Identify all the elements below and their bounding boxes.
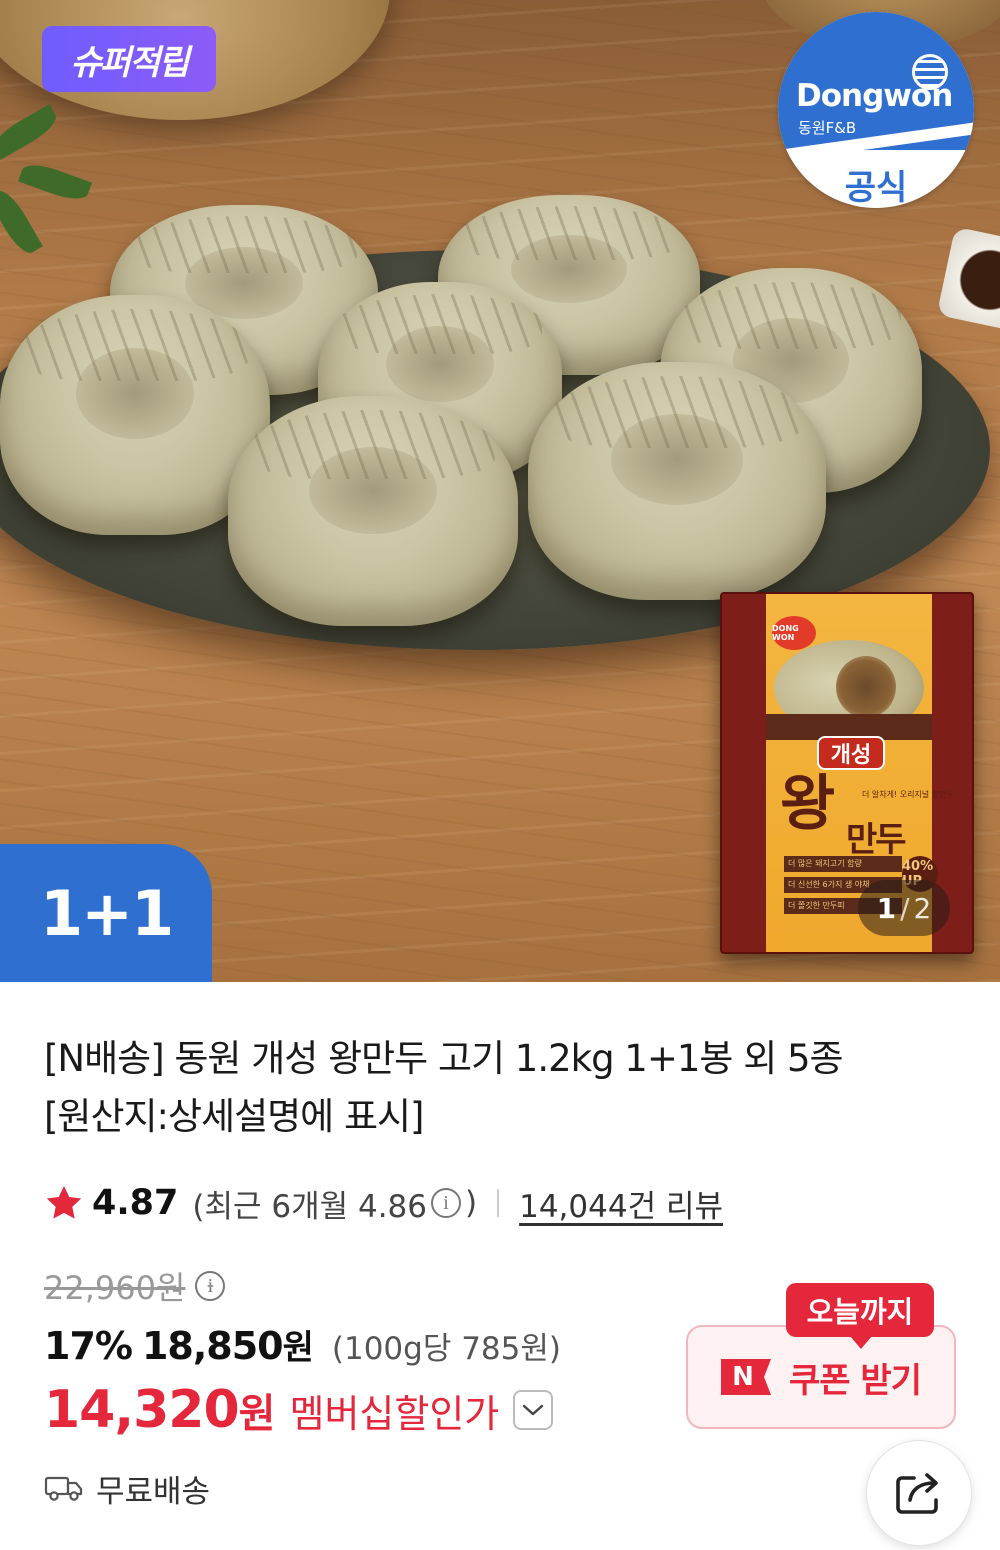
info-icon[interactable]: i — [195, 1271, 226, 1301]
image-counter: 1 / 2 — [858, 880, 950, 936]
dumpling-image — [528, 362, 826, 600]
sale-price: 18,850 — [141, 1324, 284, 1368]
dongwon-official-badge: Dongwon 동원F&B 공식 — [778, 12, 974, 208]
leaf-decoration — [0, 104, 62, 160]
package-feature: 더 많은 돼지고기 함량 — [784, 856, 902, 872]
rating-row: 4.87 (최근 6개월 4.86 i ) 14,044건 리뷰 — [44, 1180, 723, 1226]
image-counter-current: 1 — [876, 891, 897, 925]
package-kaesong-label: 개성 — [817, 736, 885, 770]
product-image-carousel[interactable]: 슈퍼적립 Dongwon 동원F&B 공식 DONG WON 개성 더 알차게!… — [0, 0, 1000, 982]
original-price-row: 22,960원 i — [44, 1264, 229, 1308]
coupon-label: 쿠폰 받기 — [789, 1360, 922, 1401]
leaf-decoration — [18, 158, 92, 206]
shipping-row: 무료배송 — [44, 1466, 210, 1510]
brand-sub: 동원F&B — [798, 119, 857, 137]
sale-price-currency: 원 — [282, 1328, 314, 1368]
truck-icon — [44, 1476, 83, 1501]
brand-name: Dongwon — [796, 78, 953, 114]
product-title: [N배송] 동원 개성 왕만두 고기 1.2kg 1+1봉 외 5종 [원산지:… — [44, 1030, 944, 1146]
chevron-down-icon — [523, 1404, 544, 1416]
package-wang-label: 왕 — [780, 769, 835, 839]
product-title-line2: [원산지:상세설명에 표시] — [44, 1095, 425, 1138]
dumpling-image — [228, 396, 518, 626]
package-tagline: 더 알차게! 오리지널 왕만두 — [862, 790, 954, 799]
product-title-line1: [N배송] 동원 개성 왕만두 고기 1.2kg 1+1봉 외 5종 — [44, 1037, 844, 1080]
super-points-badge: 슈퍼적립 — [42, 26, 216, 92]
unit-price: (100g당 785원) — [331, 1331, 561, 1367]
share-button[interactable] — [866, 1440, 972, 1546]
package-logo: DONG WON — [772, 616, 816, 650]
discount-rate: 17% — [44, 1324, 133, 1368]
sauce-dish-decoration — [936, 226, 1000, 334]
brand-official-label: 공식 — [844, 168, 908, 208]
naver-n-icon: N — [721, 1359, 772, 1395]
member-price-expand-button[interactable] — [513, 1390, 554, 1430]
member-price: 14,320 — [44, 1380, 240, 1440]
one-plus-one-badge: 1+1 — [0, 844, 212, 982]
recent-rating-label: (최근 6개월 4.86 — [192, 1188, 427, 1225]
coupon-deadline-tag: 오늘까지 — [786, 1283, 934, 1349]
share-icon — [896, 1473, 938, 1514]
member-price-label: 멤버십할인가 — [289, 1391, 500, 1436]
package-mandu-label: 만두 — [846, 820, 907, 860]
shipping-label: 무료배송 — [96, 1473, 211, 1510]
original-price: 22,960원 — [44, 1269, 186, 1307]
info-icon[interactable]: i — [431, 1188, 461, 1218]
rating-value: 4.87 — [92, 1183, 179, 1223]
sale-price-row: 17% 18,850 원 (100g당 785원) — [44, 1320, 561, 1370]
member-price-currency: 원 — [238, 1391, 276, 1437]
star-icon — [46, 1186, 82, 1219]
coupon-download-button[interactable]: N 쿠폰 받기 — [686, 1325, 956, 1429]
package-dumpling-filling — [836, 656, 896, 718]
recent-rating-close: ) — [465, 1185, 478, 1221]
image-counter-total: 2 — [913, 891, 932, 925]
image-counter-separator: / — [900, 891, 910, 925]
divider — [497, 1189, 500, 1217]
member-price-row: 14,320 원 멤버십할인가 — [44, 1380, 554, 1440]
review-count-link[interactable]: 14,044건 리뷰 — [519, 1181, 723, 1226]
leaf-decoration — [0, 185, 43, 259]
